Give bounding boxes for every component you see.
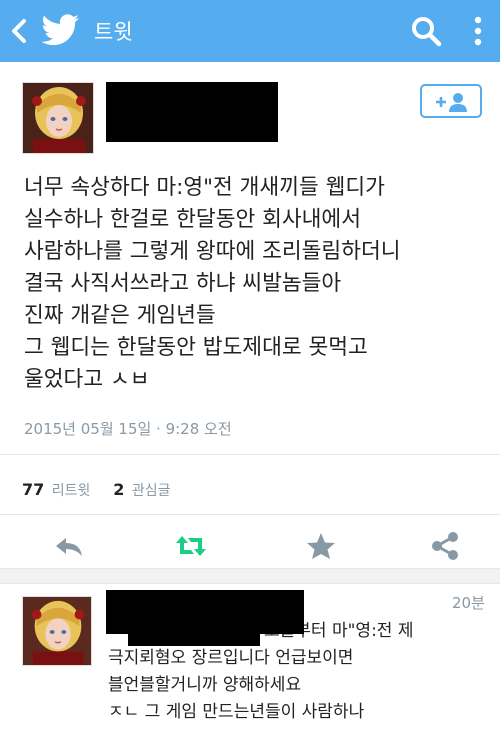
back-chevron-icon[interactable]: [8, 17, 30, 45]
retweet-count: 77: [22, 480, 45, 499]
app-bar: 트윗: [0, 0, 500, 62]
favorite-label[interactable]: 관심글: [132, 483, 171, 499]
tweet-timestamp: 2015년 05월 15일 · 9:28 오전: [24, 420, 232, 438]
retweet-icon[interactable]: [174, 530, 208, 562]
reply-time: 20분: [452, 594, 485, 612]
tweet-line: 울었다고 ㅅㅂ: [24, 367, 150, 392]
twitter-bird-icon[interactable]: [42, 14, 80, 46]
retweet-label[interactable]: 리트윗: [52, 483, 91, 499]
section-divider: [0, 568, 500, 584]
tweet-stats: 77 리트윗 2 관심글: [22, 480, 171, 500]
tweet-detail: 너무 속상하다 마:영"전 개새끼들 웹디가실수하나 한걸로 한달동안 회사내에…: [0, 62, 500, 582]
tweet-line: 결국 사직서쓰라고 하냐 씨발놈들아: [24, 271, 342, 296]
reply-tweet[interactable]: 20분 오늘부터 마"영:전 제 극지뢰혐오 장르입니다 언급보이면 블언블할거니까…: [0, 584, 500, 735]
tweet-line: 실수하나 한걸로 한달동안 회사내에서: [24, 207, 361, 232]
share-icon[interactable]: [428, 530, 462, 562]
tweet-line: 사람하나를 그렇게 왕따에 조리돌림하더니: [24, 239, 401, 264]
tweet-line: 진짜 개같은 게임년들: [24, 303, 216, 328]
avatar[interactable]: [22, 596, 92, 666]
reply-line: ㅈㄴ 그 게임 만드는년들이 사람하나: [108, 702, 365, 722]
redacted-username: [106, 82, 278, 142]
tweet-line: 너무 속상하다 마:영"전 개새끼들 웹디가: [24, 175, 385, 200]
tweet-text: 너무 속상하다 마:영"전 개새끼들 웹디가실수하나 한걸로 한달동안 회사내에…: [24, 172, 494, 396]
search-icon[interactable]: [409, 14, 443, 48]
follow-button[interactable]: [420, 84, 482, 118]
avatar[interactable]: [22, 82, 94, 154]
divider: [0, 514, 500, 515]
reply-icon[interactable]: [52, 530, 86, 562]
page-title: 트윗: [94, 20, 133, 44]
more-vert-icon[interactable]: [472, 15, 484, 47]
redacted-mention: [128, 624, 260, 646]
reply-line: 블언블할거니까 양해하세요: [108, 675, 302, 695]
divider: [0, 454, 500, 455]
follow-person-icon: [436, 93, 467, 112]
star-icon[interactable]: [304, 530, 338, 562]
tweet-line: 그 웹디는 한달동안 밥도제대로 못먹고: [24, 335, 368, 360]
reply-line: 극지뢰혐오 장르입니다 언급보이면: [108, 648, 354, 668]
favorite-count: 2: [113, 480, 125, 499]
